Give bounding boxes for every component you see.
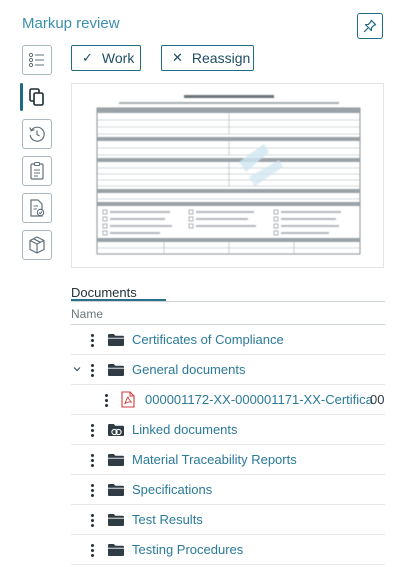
more-options-icon[interactable] bbox=[105, 394, 109, 410]
chevron-down-icon[interactable] bbox=[71, 363, 83, 375]
rail-copy-button[interactable] bbox=[20, 82, 52, 112]
work-label: Work bbox=[101, 50, 135, 66]
tree-row-label[interactable]: Test Results bbox=[132, 512, 203, 527]
tree-row-test-results[interactable]: Test Results bbox=[71, 505, 385, 535]
tree-row-label[interactable]: Specifications bbox=[132, 482, 212, 497]
tree-row-label[interactable]: Testing Procedures bbox=[132, 542, 243, 557]
more-options-icon[interactable] bbox=[91, 424, 95, 440]
tree-row-certificates-of-compliance[interactable]: Certificates of Compliance bbox=[71, 325, 385, 355]
tree-row-label[interactable]: General documents bbox=[132, 362, 245, 377]
copy-icon bbox=[29, 88, 44, 106]
more-options-icon[interactable] bbox=[91, 364, 95, 380]
more-options-icon[interactable] bbox=[91, 454, 95, 470]
tab-divider bbox=[71, 301, 385, 302]
tree-row-pdf-file[interactable]: 000001172-XX-000001171-XX-Certifica 00 bbox=[71, 385, 385, 415]
close-icon: ✕ bbox=[172, 50, 183, 65]
rail-clipboard-button[interactable] bbox=[22, 156, 52, 186]
rail-package-button[interactable] bbox=[22, 230, 52, 260]
reassign-label: Reassign bbox=[191, 50, 251, 66]
folder-icon bbox=[108, 364, 124, 376]
list-icon bbox=[28, 52, 44, 68]
document-preview[interactable] bbox=[71, 83, 384, 268]
rail-document-check-button[interactable] bbox=[22, 193, 52, 223]
more-options-icon[interactable] bbox=[91, 544, 95, 560]
rail-list-button[interactable] bbox=[22, 45, 52, 75]
tree-row-label[interactable]: Material Traceability Reports bbox=[132, 452, 297, 467]
more-options-icon[interactable] bbox=[91, 484, 95, 500]
history-icon bbox=[29, 126, 45, 142]
tree-row-extra: 00 bbox=[370, 392, 385, 407]
pin-button[interactable] bbox=[357, 13, 383, 39]
document-check-icon bbox=[30, 199, 45, 217]
work-button[interactable]: ✓ Work bbox=[71, 45, 141, 71]
tree-row-linked-documents[interactable]: Linked documents bbox=[71, 415, 385, 445]
reassign-button[interactable]: ✕ Reassign bbox=[161, 45, 254, 71]
more-options-icon[interactable] bbox=[91, 334, 95, 350]
folder-icon bbox=[108, 334, 124, 346]
more-options-icon[interactable] bbox=[91, 514, 95, 530]
folder-icon bbox=[108, 544, 124, 556]
check-icon: ✓ bbox=[82, 50, 93, 65]
tree-row-label[interactable]: 000001172-XX-000001171-XX-Certifica bbox=[145, 392, 373, 407]
tree-row-label[interactable]: Linked documents bbox=[132, 422, 238, 437]
folder-icon bbox=[108, 514, 124, 526]
pdf-icon bbox=[121, 391, 135, 408]
tree-row-specifications[interactable]: Specifications bbox=[71, 475, 385, 505]
page-title: Markup review bbox=[22, 15, 120, 32]
linked-folder-icon bbox=[108, 424, 124, 436]
tree-row-label[interactable]: Certificates of Compliance bbox=[132, 332, 284, 347]
folder-icon bbox=[108, 484, 124, 496]
tree-row-general-documents[interactable]: General documents bbox=[71, 355, 385, 385]
tree-row-material-traceability-reports[interactable]: Material Traceability Reports bbox=[71, 445, 385, 475]
clipboard-icon bbox=[30, 161, 44, 180]
name-column-header[interactable]: Name bbox=[71, 307, 103, 321]
rail-history-button[interactable] bbox=[22, 119, 52, 149]
document-thumbnail bbox=[89, 92, 368, 260]
tree-row-testing-procedures[interactable]: Testing Procedures bbox=[71, 535, 385, 565]
package-icon bbox=[29, 236, 45, 254]
folder-icon bbox=[108, 454, 124, 466]
documents-tab[interactable]: Documents bbox=[71, 285, 137, 300]
pin-icon bbox=[363, 19, 377, 33]
